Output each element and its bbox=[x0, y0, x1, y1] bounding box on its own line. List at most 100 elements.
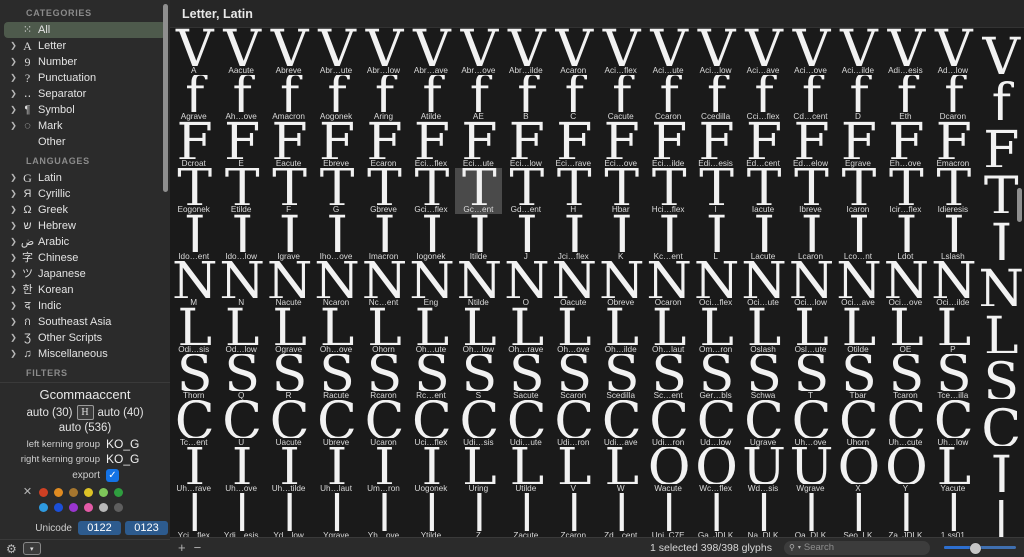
glyph-cell[interactable]: | Ytilde bbox=[407, 493, 454, 537]
glyph-cell[interactable]: J Iogonek bbox=[407, 214, 454, 261]
glyph-cell[interactable]: C Udi…ron bbox=[644, 400, 691, 447]
sidebar-item-southeast-asia[interactable]: ❯ ก Southeast Asia bbox=[4, 314, 166, 330]
glyph-cell[interactable]: V Abr…ave bbox=[407, 28, 454, 75]
glyph-cell[interactable]: TI bbox=[692, 168, 739, 215]
view-options-popup-icon[interactable]: ▾ bbox=[22, 542, 41, 555]
glyph-cell[interactable]: L Oh…ove bbox=[312, 307, 359, 354]
glyph-cell[interactable]: L Om…ron bbox=[692, 307, 739, 354]
glyph-cell[interactable]: N Oci…ove bbox=[882, 261, 929, 308]
glyph-cell[interactable]: L Utilde bbox=[502, 447, 549, 494]
glyph-cell[interactable]: ST bbox=[787, 354, 834, 401]
glyph-grid-scroll-area[interactable]: V A V Aacute V Abreve V Abr…ute V Abr…low V Abr…ave… bbox=[170, 28, 1024, 537]
glyph-cell[interactable]: F Edi…esis bbox=[692, 121, 739, 168]
glyph-cell[interactable]: T Gc…ent bbox=[454, 167, 503, 214]
glyph-cell[interactable]: S Tcaron bbox=[882, 354, 929, 401]
color-label-swatch[interactable] bbox=[69, 487, 78, 497]
color-label-swatch[interactable] bbox=[84, 502, 93, 512]
glyph-cell[interactable]: J Lacute bbox=[739, 214, 786, 261]
glyph-cell[interactable]: L Oh…ilde bbox=[597, 307, 644, 354]
right-sidebearing-value[interactable]: auto (40) bbox=[98, 407, 144, 419]
glyph-cell[interactable]: S Rcaron bbox=[360, 354, 407, 401]
glyph-cell[interactable]: V Abr…ute bbox=[312, 28, 359, 75]
glyph-cell[interactable]: NM bbox=[170, 261, 217, 308]
sidebar-item-japanese[interactable]: ❯ ツ Japanese bbox=[4, 266, 166, 282]
glyph-cell[interactable]: L Oh…low bbox=[455, 307, 502, 354]
color-label-swatch[interactable] bbox=[99, 487, 108, 497]
glyph-cell[interactable]: | Z bbox=[455, 493, 502, 537]
glyph-cell[interactable]: F Eci…rave bbox=[550, 121, 597, 168]
glyph-width-value[interactable]: auto (536) bbox=[0, 422, 170, 437]
search-field[interactable]: ⚲ ▾ Search bbox=[784, 540, 930, 555]
disclosure-chevron-right-icon[interactable]: ❯ bbox=[8, 346, 19, 362]
glyph-cell[interactable]: I Uh…rave bbox=[170, 447, 217, 494]
glyph-cell[interactable]: ƒ bbox=[977, 75, 1024, 122]
glyph-cell[interactable]: ƒ Aogonek bbox=[312, 75, 359, 122]
glyph-cell[interactable]: ƒ Cacute bbox=[597, 75, 644, 122]
sidebar-item-latin[interactable]: ❯ G Latin bbox=[4, 170, 166, 186]
glyph-cell[interactable]: J Itilde bbox=[455, 214, 502, 261]
glyph-cell[interactable]: ƒ Dcaron bbox=[929, 75, 976, 122]
glyph-cell[interactable]: LW bbox=[597, 447, 644, 494]
glyph-cell[interactable]: I Uogonek bbox=[407, 447, 454, 494]
color-label-swatch[interactable] bbox=[114, 487, 123, 497]
glyph-cell[interactable]: | Seo_LK bbox=[834, 493, 881, 537]
glyph-cell[interactable]: V Aci…ute bbox=[644, 28, 691, 75]
glyph-cell[interactable]: V Ad…low bbox=[929, 28, 976, 75]
glyph-cell[interactable]: T Icaron bbox=[834, 168, 881, 215]
left-kerning-group-value[interactable]: KO_G bbox=[106, 437, 139, 451]
glyph-cell[interactable]: LP bbox=[929, 307, 976, 354]
glyph-cell[interactable]: | Zacute bbox=[502, 493, 549, 537]
left-sidebearing-value[interactable]: auto (30) bbox=[26, 407, 72, 419]
glyph-cell[interactable]: NN bbox=[217, 261, 264, 308]
glyph-cell[interactable]: C Uhorn bbox=[834, 400, 881, 447]
sidebar-item-mark[interactable]: ❯ ◌ Mark bbox=[4, 118, 166, 134]
glyph-cell[interactable]: L Oh…ove bbox=[550, 307, 597, 354]
glyph-cell[interactable]: C Udi…sis bbox=[455, 400, 502, 447]
glyph-cell[interactable]: J Igrave bbox=[265, 214, 312, 261]
disclosure-chevron-right-icon[interactable]: ❯ bbox=[8, 330, 19, 346]
disclosure-chevron-right-icon[interactable]: ❯ bbox=[8, 234, 19, 250]
glyph-cell[interactable]: N Ncaron bbox=[312, 261, 359, 308]
glyph-cell[interactable]: T Gbreve bbox=[360, 168, 407, 215]
glyph-cell[interactable]: ƒ Ccaron bbox=[644, 75, 691, 122]
glyph-cell[interactable]: T Etilde bbox=[217, 168, 264, 215]
glyph-cell[interactable]: C Ugrave bbox=[739, 400, 786, 447]
color-label-swatch[interactable] bbox=[99, 502, 108, 512]
glyph-cell[interactable]: N Oacute bbox=[550, 261, 597, 308]
glyph-cell[interactable]: C Udi…ute bbox=[502, 400, 549, 447]
glyph-cell[interactable]: V Aci…flex bbox=[597, 28, 644, 75]
glyph-cell[interactable]: L Oh…ute bbox=[407, 307, 454, 354]
disclosure-chevron-right-icon[interactable]: ❯ bbox=[8, 70, 19, 86]
sidebar-item-letter[interactable]: ❯ A Letter bbox=[4, 38, 166, 54]
glyph-cell[interactable]: ƒ AE bbox=[455, 75, 502, 122]
glyph-cell[interactable]: | Ydi…esis bbox=[217, 493, 264, 537]
glyph-cell[interactable]: F Eci…flex bbox=[407, 121, 454, 168]
glyph-cell[interactable]: V Aacute bbox=[217, 28, 264, 75]
glyph-cell[interactable]: S Racute bbox=[312, 354, 359, 401]
glyph-cell[interactable]: L Uring bbox=[455, 447, 502, 494]
glyph-cell[interactable]: LV bbox=[550, 447, 597, 494]
glyph-cell[interactable]: J Ldot bbox=[882, 214, 929, 261]
glyph-cell[interactable]: C bbox=[977, 400, 1024, 447]
glyph-cell[interactable]: F Egrave bbox=[834, 121, 881, 168]
glyph-cell[interactable]: ƒ Amacron bbox=[265, 75, 312, 122]
glyph-cell[interactable]: ƒ Ccedilla bbox=[692, 75, 739, 122]
glyph-cell[interactable]: C Ubreve bbox=[312, 400, 359, 447]
glyph-cell[interactable]: | Na_DLK bbox=[739, 493, 786, 537]
glyph-cell[interactable]: NO bbox=[502, 261, 549, 308]
glyph-cell[interactable]: L Od…low bbox=[217, 307, 264, 354]
glyph-cell[interactable]: OX bbox=[834, 447, 881, 494]
glyph-cell[interactable]: J Ido…ent bbox=[170, 214, 217, 261]
sidebar-item-punctuation[interactable]: ❯? Punctuation bbox=[4, 70, 166, 86]
color-label-swatch[interactable] bbox=[114, 502, 123, 512]
glyph-cell[interactable]: ƒ Aring bbox=[360, 75, 407, 122]
glyph-cell[interactable]: F Eacute bbox=[265, 121, 312, 168]
disclosure-chevron-right-icon[interactable]: ❯ bbox=[8, 314, 19, 330]
glyph-cell[interactable]: S Rc…ent bbox=[407, 354, 454, 401]
glyph-cell[interactable]: C Tc…ent bbox=[170, 400, 217, 447]
glyph-cell[interactable]: O Wc…flex bbox=[692, 447, 739, 494]
glyph-cell[interactable]: ƒ Agrave bbox=[170, 75, 217, 122]
glyph-cell[interactable]: | Uni_C7E bbox=[644, 493, 691, 537]
disclosure-chevron-right-icon[interactable]: ❯ bbox=[8, 54, 19, 70]
glyph-cell[interactable]: F Eh…ove bbox=[882, 121, 929, 168]
